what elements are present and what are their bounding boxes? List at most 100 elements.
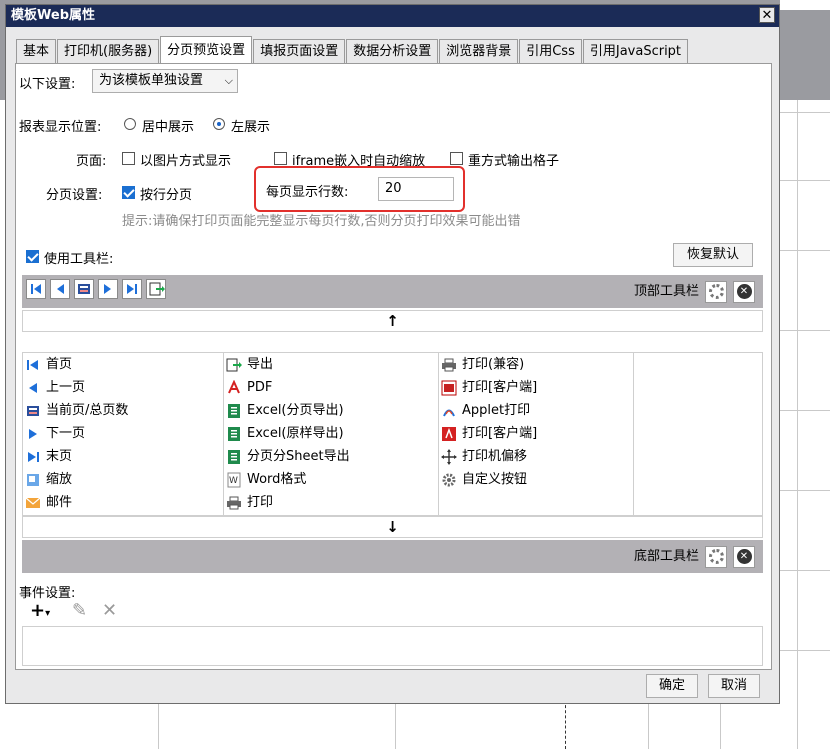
scope-select-value: 为该模板单独设置 xyxy=(99,73,204,88)
tab-printer-server[interactable]: 打印机(服务器) xyxy=(57,39,160,64)
paging-label: 分页设置: xyxy=(46,188,103,203)
list-item-print-client-pdf[interactable]: 打印[客户端] xyxy=(441,423,537,445)
list-item-label: PDF xyxy=(247,380,273,395)
template-web-properties-dialog: 模板Web属性 ✕ 基本 打印机(服务器) 分页预览设置 填报页面设置 数据分析… xyxy=(5,4,780,704)
list-item-pdf[interactable]: PDF xyxy=(226,377,272,399)
list-item-email[interactable]: 邮件 xyxy=(25,492,72,514)
use-toolbar-checkbox[interactable] xyxy=(26,250,39,263)
restore-default-button[interactable]: 恢复默认 xyxy=(673,243,753,267)
gear-icon[interactable] xyxy=(705,545,727,568)
list-item-label: Word格式 xyxy=(247,472,307,487)
list-item-previous-page[interactable]: 上一页 xyxy=(25,377,85,399)
events-list[interactable] xyxy=(22,626,763,666)
rows-per-page-input[interactable]: 20 xyxy=(378,177,454,201)
paging-by-row-checkbox[interactable] xyxy=(122,186,135,199)
list-item-first-page[interactable]: 首页 xyxy=(25,354,72,376)
close-icon[interactable]: ✕ xyxy=(733,545,755,568)
tab-data-analysis[interactable]: 数据分析设置 xyxy=(346,39,439,64)
tab-page-preview[interactable]: 分页预览设置 xyxy=(160,36,253,64)
list-item-label: 末页 xyxy=(46,449,73,464)
list-item-print-compatible[interactable]: 打印(兼容) xyxy=(441,354,524,376)
tab-bar: 基本 打印机(服务器) 分页预览设置 填报页面设置 数据分析设置 浏览器背景 引… xyxy=(16,36,689,64)
grid-line xyxy=(780,410,830,411)
top-toolbar-icons xyxy=(26,279,166,299)
word-icon: W xyxy=(226,472,242,488)
image-mode-label: 以图片方式显示 xyxy=(140,154,232,169)
last-page-icon xyxy=(25,449,41,465)
tab-basic[interactable]: 基本 xyxy=(16,39,57,64)
list-item-sheet-export[interactable]: 分页分Sheet导出 xyxy=(226,446,350,468)
list-item-print[interactable]: 打印 xyxy=(226,492,273,514)
hint-text: 提示:请确保打印页面能完整显示每页行数,否则分页打印效果可能出错 xyxy=(122,214,521,229)
export-icon[interactable] xyxy=(146,279,166,299)
svg-text:W: W xyxy=(229,476,238,486)
list-item-last-page[interactable]: 末页 xyxy=(25,446,72,468)
grid-line xyxy=(780,250,830,251)
list-item-excel-paged[interactable]: Excel(分页导出) xyxy=(226,400,344,422)
list-item-export[interactable]: 导出 xyxy=(226,354,273,376)
list-item-custom-button[interactable]: 自定义按钮 xyxy=(441,469,527,491)
previous-page-icon[interactable] xyxy=(50,279,70,299)
image-mode-checkbox[interactable] xyxy=(122,152,135,165)
tab-fill-page[interactable]: 填报页面设置 xyxy=(253,39,346,64)
list-item-printer-offset[interactable]: 打印机偏移 xyxy=(441,446,527,468)
delete-icon[interactable]: ✕ xyxy=(102,600,117,621)
cancel-button[interactable]: 取消 xyxy=(708,674,760,698)
position-center-radio[interactable] xyxy=(124,118,136,130)
list-item-label: 缩放 xyxy=(46,472,73,487)
top-toolbar-name-group: 顶部工具栏 ✕ xyxy=(634,275,755,308)
list-item-page-number[interactable]: 当前页/总页数 xyxy=(25,400,128,422)
list-item-label: 打印 xyxy=(247,495,274,510)
list-item-next-page[interactable]: 下一页 xyxy=(25,423,85,445)
events-label: 事件设置: xyxy=(19,586,76,601)
dialog-titlebar[interactable]: 模板Web属性 ✕ xyxy=(6,5,779,27)
grid-line xyxy=(780,570,830,571)
list-item-zoom[interactable]: 缩放 xyxy=(25,469,72,491)
tab-browser-background[interactable]: 浏览器背景 xyxy=(439,39,519,64)
ok-button[interactable]: 确定 xyxy=(646,674,698,698)
list-item-print-client-flash[interactable]: 打印[客户端] xyxy=(441,377,537,399)
list-item-label: 打印(兼容) xyxy=(462,357,525,372)
position-left-label: 左展示 xyxy=(231,120,271,135)
position-center-label: 居中展示 xyxy=(142,120,195,135)
iframe-autoscale-checkbox[interactable] xyxy=(274,152,287,165)
list-item-label: 打印[客户端] xyxy=(462,380,538,395)
next-page-icon[interactable] xyxy=(98,279,118,299)
list-item-word[interactable]: W Word格式 xyxy=(226,469,306,491)
add-icon[interactable]: +▾ xyxy=(30,600,50,621)
list-item-applet-print[interactable]: Applet打印 xyxy=(441,400,530,422)
flash-print-icon xyxy=(441,380,457,396)
grid-line xyxy=(780,650,830,651)
tab-import-javascript[interactable]: 引用JavaScript xyxy=(582,39,689,64)
first-page-icon[interactable] xyxy=(26,279,46,299)
scope-label: 以下设置: xyxy=(19,77,76,92)
position-left-radio[interactable] xyxy=(213,118,225,130)
close-icon[interactable]: ✕ xyxy=(733,280,755,303)
list-item-label: 上一页 xyxy=(46,380,86,395)
last-page-icon[interactable] xyxy=(122,279,142,299)
page-number-icon[interactable] xyxy=(74,279,94,299)
top-toolbar-preview: 顶部工具栏 ✕ xyxy=(22,275,763,308)
list-item-label: 打印[客户端] xyxy=(462,426,538,441)
close-button[interactable]: ✕ xyxy=(759,7,775,23)
excel-icon xyxy=(226,449,242,465)
list-item-label: 分页分Sheet导出 xyxy=(247,449,350,464)
move-down-arrow[interactable]: ↓ xyxy=(22,516,763,538)
move-up-arrow[interactable]: ↑ xyxy=(22,310,763,332)
tab-import-css[interactable]: 引用Css xyxy=(519,39,582,64)
previous-page-icon xyxy=(25,380,41,396)
list-item-excel-original[interactable]: Excel(原样导出) xyxy=(226,423,344,445)
use-toolbar-label: 使用工具栏: xyxy=(44,252,114,267)
heavy-grid-checkbox[interactable] xyxy=(450,152,463,165)
gear-icon[interactable] xyxy=(705,280,727,303)
edit-icon[interactable]: ✎ xyxy=(72,600,87,621)
list-item-label: 首页 xyxy=(46,357,73,372)
grid-divider xyxy=(633,353,634,515)
scope-select[interactable]: 为该模板单独设置 ⌵ xyxy=(92,69,238,93)
pdf-print-icon xyxy=(441,426,457,442)
page-preview-panel: 以下设置: 为该模板单独设置 ⌵ 报表显示位置: 居中展示 左展示 页面: 以图… xyxy=(15,63,772,670)
chevron-down-icon: ⌵ xyxy=(224,74,233,87)
grid-line xyxy=(780,180,830,181)
bottom-toolbar-name-group: 底部工具栏 ✕ xyxy=(634,540,755,573)
toolbar-button-grid: 首页 上一页 当前页/总页数 下一页 末页 缩放 邮件 导出 PDF Excel… xyxy=(22,352,763,516)
